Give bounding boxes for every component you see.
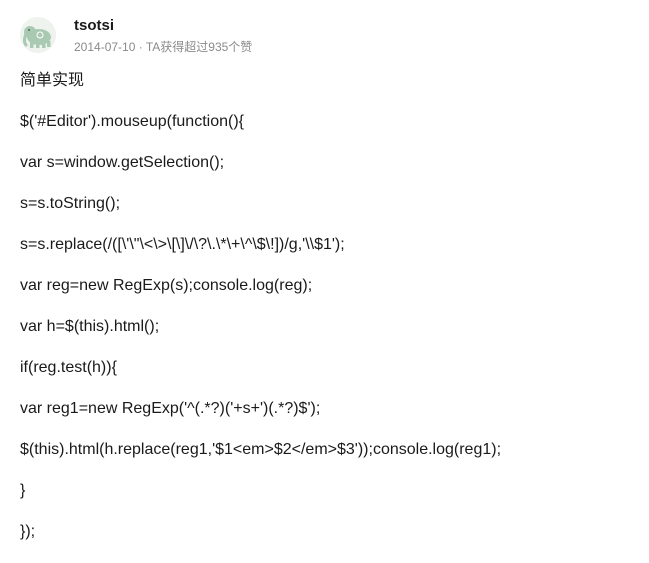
elephant-avatar-icon [20, 17, 56, 53]
code-line: var h=$(this).html(); [20, 318, 160, 335]
answer-body: 简单实现 $('#Editor').mouseup(function(){ va… [20, 71, 630, 563]
code-line: s=s.toString(); [20, 195, 121, 212]
code-line: var reg1=new RegExp('^(.*?)('+s+')(.*?)$… [20, 400, 321, 417]
answer-line-intro: 简单实现 [20, 72, 85, 89]
code-line: s=s.replace(/([\'\"\<\>\[\]\/\?\.\*\+\^\… [20, 236, 345, 253]
code-line: $('#Editor').mouseup(function(){ [20, 113, 244, 130]
author-name[interactable]: tsotsi [74, 17, 114, 35]
code-line: $(this).html(h.replace(reg1,'$1<em>$2</e… [20, 441, 502, 458]
meta-separator: · [135, 40, 146, 54]
answer-date: 2014-07-10 [74, 40, 136, 54]
author-likes-stat: TA获得超过935个赞 [145, 40, 253, 54]
code-line: } [20, 482, 26, 499]
code-line: if(reg.test(h)){ [20, 359, 117, 376]
answer-meta: 2014-07-10 · TA获得超过935个赞 [74, 40, 252, 55]
code-line: var s=window.getSelection(); [20, 154, 225, 171]
user-avatar[interactable] [20, 17, 56, 53]
code-line: }); [20, 523, 36, 540]
answer-header: tsotsi 2014-07-10 · TA获得超过935个赞 [20, 15, 630, 55]
code-line: var reg=new RegExp(s);console.log(reg); [20, 277, 313, 294]
